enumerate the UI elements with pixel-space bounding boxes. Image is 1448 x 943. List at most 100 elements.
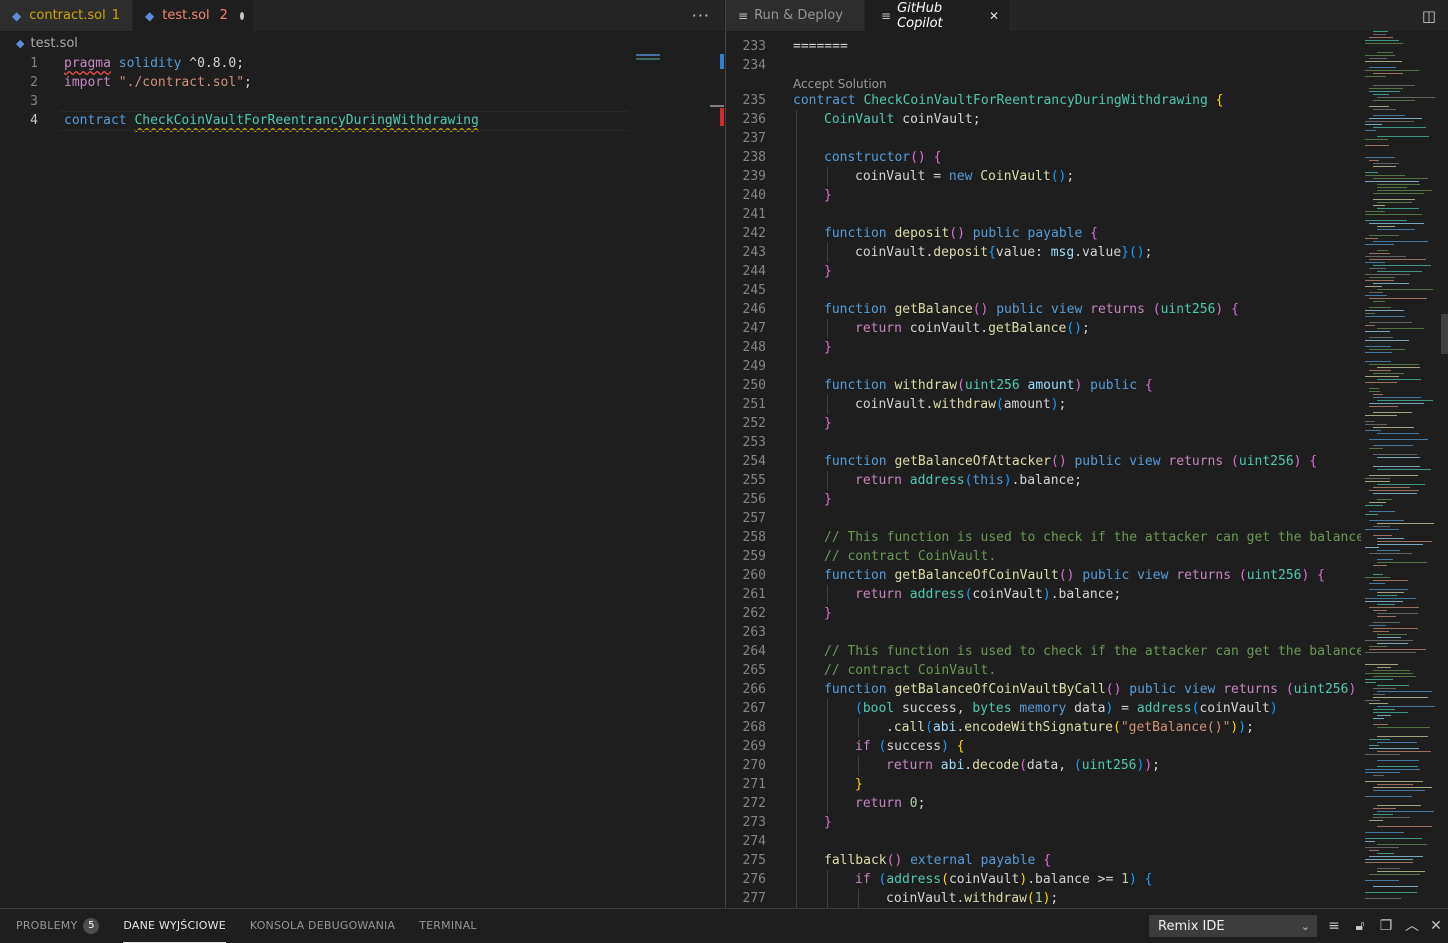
- minimap-line: [1365, 316, 1405, 317]
- minimap-line: [1365, 754, 1400, 755]
- minimap-line: [1373, 610, 1387, 611]
- minimap-line: [1373, 193, 1424, 194]
- open-in-editor-icon[interactable]: ❐: [1377, 917, 1395, 935]
- minimap-line: [1365, 376, 1399, 377]
- code-text: function getBalanceOfAttacker() public v…: [824, 454, 1318, 469]
- tab-github-copilot[interactable]: ≡ GitHub Copilot ✕: [865, 0, 1010, 31]
- minimap[interactable]: [1361, 31, 1448, 908]
- line-number: 273: [742, 815, 766, 830]
- minimap-line: [1365, 331, 1390, 332]
- minimap-line: [1369, 58, 1387, 59]
- indent-guide: [858, 889, 859, 908]
- minimap-line: [1365, 130, 1376, 131]
- code-text: }: [824, 416, 832, 431]
- code-text: if (success) {: [855, 739, 965, 754]
- line-number: 269: [742, 739, 766, 754]
- split-editor-icon[interactable]: ◫: [1422, 7, 1437, 25]
- minimap-line: [1365, 172, 1378, 173]
- close-panel-icon[interactable]: ✕: [1427, 917, 1445, 935]
- code-text: function withdraw(uint256 amount) public…: [824, 378, 1153, 393]
- tab-debug-console[interactable]: KONSOLA DEBUGOWANIA: [250, 909, 395, 943]
- tab-output[interactable]: DANE WYJŚCIOWE: [123, 909, 226, 943]
- lock-scroll-icon[interactable]: 🔓︎: [1351, 917, 1369, 935]
- breadcrumb[interactable]: ◆ test.sol: [16, 34, 78, 52]
- minimap-line: [1365, 430, 1381, 431]
- minimap-line: [1373, 397, 1421, 398]
- minimap-line: [1365, 313, 1375, 314]
- tab-test-sol[interactable]: ◆ test.sol 2: [133, 0, 255, 31]
- clear-output-icon[interactable]: ≡: [1325, 917, 1343, 935]
- indent-guide: [827, 319, 828, 338]
- minimap-line: [1365, 415, 1397, 416]
- indent-guide: [796, 224, 797, 243]
- breadcrumb-file[interactable]: test.sol: [30, 36, 77, 51]
- tab-label: TERMINAL: [419, 919, 477, 932]
- scrollbar-thumb[interactable]: [1441, 314, 1448, 354]
- minimap-line: [1365, 211, 1385, 212]
- indent-guide: [796, 148, 797, 167]
- minimap-line: [1373, 814, 1393, 815]
- line-number: 3: [30, 94, 38, 109]
- code-text: }: [824, 492, 832, 507]
- minimap-line: [1377, 226, 1395, 227]
- minimap-line: [1377, 367, 1420, 368]
- unsaved-dot-icon[interactable]: [239, 11, 244, 20]
- indent-guide: [796, 281, 797, 300]
- code-text: // This function is used to check if the…: [824, 644, 1419, 659]
- tab-contract-sol[interactable]: ◆ contract.sol 1: [0, 0, 133, 31]
- minimap-line: [1373, 688, 1396, 689]
- minimap-line: [1369, 874, 1420, 875]
- accept-solution-codelens[interactable]: Accept Solution: [793, 77, 887, 91]
- minimap-line: [1369, 88, 1403, 89]
- minimap-line: [1377, 691, 1432, 692]
- output-channel-select[interactable]: Remix IDE ⌄: [1149, 915, 1317, 937]
- indent-guide: [796, 642, 797, 661]
- minimap-line: [1365, 601, 1403, 602]
- minimap-line: [1365, 346, 1391, 347]
- minimap-line: [1373, 166, 1396, 167]
- minimap-line: [1369, 388, 1379, 389]
- indent-guide: [796, 395, 797, 414]
- minimap-line: [1377, 853, 1394, 854]
- minimap-line: [1365, 43, 1403, 44]
- more-actions-icon[interactable]: ···: [692, 6, 710, 25]
- code-text: return address(coinVault).balance;: [855, 587, 1122, 602]
- minimap-line: [1373, 373, 1404, 374]
- close-icon[interactable]: ✕: [989, 9, 999, 23]
- minimap-line: [1365, 175, 1405, 176]
- code-text: contract CheckCoinVaultForReentrancyDuri…: [793, 93, 1224, 108]
- indent-guide: [796, 205, 797, 224]
- minimap-line: [1377, 136, 1429, 137]
- minimap-line: [1377, 595, 1397, 596]
- minimap-line: [1365, 898, 1401, 899]
- minimap-line: [1365, 40, 1399, 41]
- minimap-line: [1365, 325, 1375, 326]
- code-text: function getBalance() public view return…: [824, 302, 1239, 317]
- minimap-line: [1377, 826, 1432, 827]
- tab-run-deploy[interactable]: ≡ Run & Deploy: [726, 0, 865, 31]
- minimap-line: [1373, 790, 1425, 791]
- left-tab-bar: ◆ contract.sol 1 ◆ test.sol 2 ···: [0, 0, 724, 31]
- code-text: return coinVault.getBalance();: [855, 321, 1090, 336]
- code-text: return address(this).balance;: [855, 473, 1083, 488]
- tab-terminal[interactable]: TERMINAL: [419, 909, 477, 943]
- minimap-line: [1365, 664, 1398, 665]
- minimap-line: [1377, 202, 1412, 203]
- minimap-line: [1373, 241, 1428, 242]
- indent-guide: [796, 357, 797, 376]
- tab-problems[interactable]: PROBLEMY 5: [16, 909, 100, 943]
- minimap-line: [1365, 598, 1416, 599]
- indent-guide: [827, 794, 828, 813]
- maximize-panel-icon[interactable]: ︿: [1403, 917, 1421, 935]
- panel-tab-bar: PROBLEMY 5 DANE WYJŚCIOWE KONSOLA DEBUGO…: [0, 908, 1448, 943]
- minimap-line: [1377, 592, 1404, 593]
- minimap-line: [1377, 271, 1422, 272]
- indent-guide: [796, 566, 797, 585]
- minimap-line: [1377, 634, 1407, 635]
- indent-guide: [827, 167, 828, 186]
- line-number: 253: [742, 435, 766, 450]
- minimap-line: [1377, 289, 1433, 290]
- minimap-line: [1373, 676, 1416, 677]
- minimap-line: [1365, 640, 1413, 641]
- minimap-line: [1369, 268, 1386, 269]
